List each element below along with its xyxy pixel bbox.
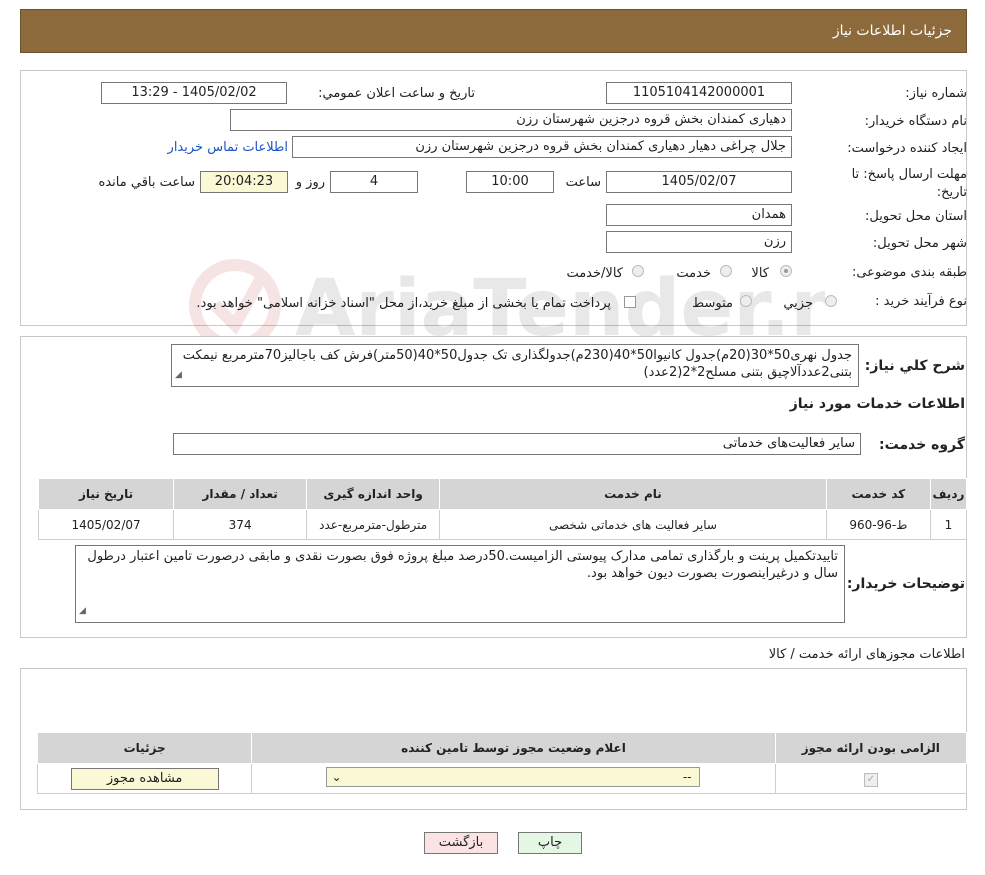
chevron-down-icon: ⌄ — [331, 770, 342, 784]
process-radio-medium[interactable] — [740, 295, 752, 307]
days-field: 4 — [330, 171, 418, 193]
table-row: ✓ ⌄ -- مشاهده مجوز — [36, 763, 968, 794]
category-option-service: خدمت — [676, 266, 711, 281]
resize-grip-icon[interactable]: ◢ — [79, 603, 86, 620]
city-field: رزن — [606, 231, 792, 253]
view-license-button[interactable]: مشاهده مجوز — [70, 767, 219, 790]
treasury-checkbox[interactable] — [624, 296, 636, 308]
category-radio-goods-service[interactable] — [632, 265, 644, 277]
col-service-name: نام خدمت — [439, 478, 827, 510]
city-label: شهر محل تحویل: — [872, 236, 967, 251]
buyer-notes-label: توضیحات خریدار: — [846, 576, 965, 592]
services-table: ردیف کد خدمت نام خدمت واحد اندازه گیری ت… — [37, 478, 968, 540]
licenses-section-title: اطلاعات مجوزهای ارائه خدمت / کالا — [768, 647, 965, 662]
remaining-time-field: 20:04:23 — [200, 171, 288, 193]
process-option-medium: متوسط — [692, 296, 733, 311]
cell-license-required: ✓ — [774, 763, 968, 794]
deadline-time-field: 10:00 — [466, 171, 554, 193]
required-checkbox: ✓ — [863, 772, 878, 787]
process-option-minor: جزیي — [783, 296, 813, 311]
category-radio-goods[interactable] — [780, 265, 792, 277]
col-row: ردیف — [929, 478, 968, 510]
announce-date-field: 1405/02/02 - 13:29 — [101, 82, 287, 104]
page-header: جزئیات اطلاعات نیاز — [20, 9, 967, 53]
cell-unit: مترطول-مترمربع-عدد — [306, 509, 441, 540]
licenses-table: الزامی بودن ارائه مجوز اعلام وضعیت مجوز … — [36, 732, 968, 794]
province-label: استان محل تحویل: — [865, 209, 967, 224]
resize-grip-icon[interactable]: ◢ — [175, 367, 182, 384]
cell-code: ط-96-960 — [825, 509, 931, 540]
buyer-org-field: دهیاری کمندان بخش قروه درجزین شهرستان رز… — [230, 109, 792, 131]
cell-need-date: 1405/02/07 — [37, 509, 175, 540]
col-license-details: جزئیات — [36, 732, 253, 764]
buyer-notes-text: تاییدتکمیل پرینت و بارگذاری تمامی مدارک … — [87, 549, 838, 581]
requester-field: جلال چراغی دهیار دهیاری کمندان بخش قروه … — [292, 136, 792, 158]
announce-date-label: تاریخ و ساعت اعلان عمومي: — [318, 86, 475, 101]
col-need-date: تاریخ نیاز — [37, 478, 175, 510]
category-option-goods-service: کالا/خدمت — [566, 266, 623, 281]
buyer-org-label: نام دستگاه خریدار: — [864, 114, 967, 129]
need-number-field: 1105104142000001 — [606, 82, 792, 104]
need-number-label: شماره نیاز: — [905, 86, 967, 101]
col-unit: واحد اندازه گیری — [306, 478, 441, 510]
category-option-goods: کالا — [751, 266, 769, 281]
summary-label: شرح کلي نیاز: — [864, 358, 965, 374]
remaining-time-label: ساعت باقي مانده — [98, 175, 195, 190]
col-license-required: الزامی بودن ارائه مجوز — [774, 732, 968, 764]
cell-service-name: سایر فعالیت های خدماتی شخصی — [439, 509, 827, 540]
payment-note: پرداخت تمام یا بخشی از مبلغ خرید،از محل … — [196, 296, 611, 311]
buyer-contact-link[interactable]: اطلاعات تماس خریدار — [168, 140, 288, 155]
province-field: همدان — [606, 204, 792, 226]
col-code: کد خدمت — [825, 478, 931, 510]
col-license-status: اعلام وضعیت مجوز توسط تامین کننده — [251, 732, 776, 764]
deadline-label: مهلت ارسال پاسخ: تا تاریخ: — [851, 167, 967, 200]
service-group-label: گروه خدمت: — [879, 437, 965, 453]
license-status-select[interactable]: ⌄ -- — [326, 767, 701, 787]
summary-text: جدول نهری50*30(20م)جدول کانیوا50*40(230م… — [182, 348, 852, 380]
process-type-label: نوع فرآیند خرید : — [875, 294, 967, 309]
days-label: روز و — [295, 175, 325, 190]
cell-license-status: ⌄ -- — [251, 763, 776, 794]
table-row: 1 ط-96-960 سایر فعالیت های خدماتی شخصی م… — [37, 509, 968, 540]
deadline-time-label: ساعت — [565, 175, 601, 190]
requester-label: ایجاد کننده درخواست: — [847, 141, 967, 156]
license-status-value: -- — [682, 770, 692, 784]
back-button[interactable]: بازگشت — [424, 832, 498, 854]
category-radio-service[interactable] — [720, 265, 732, 277]
deadline-date-field: 1405/02/07 — [606, 171, 792, 193]
summary-textarea: جدول نهری50*30(20م)جدول کانیوا50*40(230م… — [171, 344, 859, 387]
print-button[interactable]: چاپ — [518, 832, 582, 854]
services-section-title: اطلاعات خدمات مورد نیاز — [789, 396, 965, 412]
col-quantity: تعداد / مقدار — [173, 478, 308, 510]
buyer-notes-textarea: تاییدتکمیل پرینت و بارگذاری تمامی مدارک … — [75, 545, 845, 623]
service-group-field: سایر فعالیت‌های خدماتی — [173, 433, 861, 455]
cell-row: 1 — [929, 509, 968, 540]
page-title: جزئیات اطلاعات نیاز — [832, 23, 952, 39]
category-label: طبقه بندی موضوعی: — [851, 265, 967, 280]
process-radio-minor[interactable] — [825, 295, 837, 307]
cell-quantity: 374 — [173, 509, 308, 540]
cell-license-details: مشاهده مجوز — [36, 763, 253, 794]
